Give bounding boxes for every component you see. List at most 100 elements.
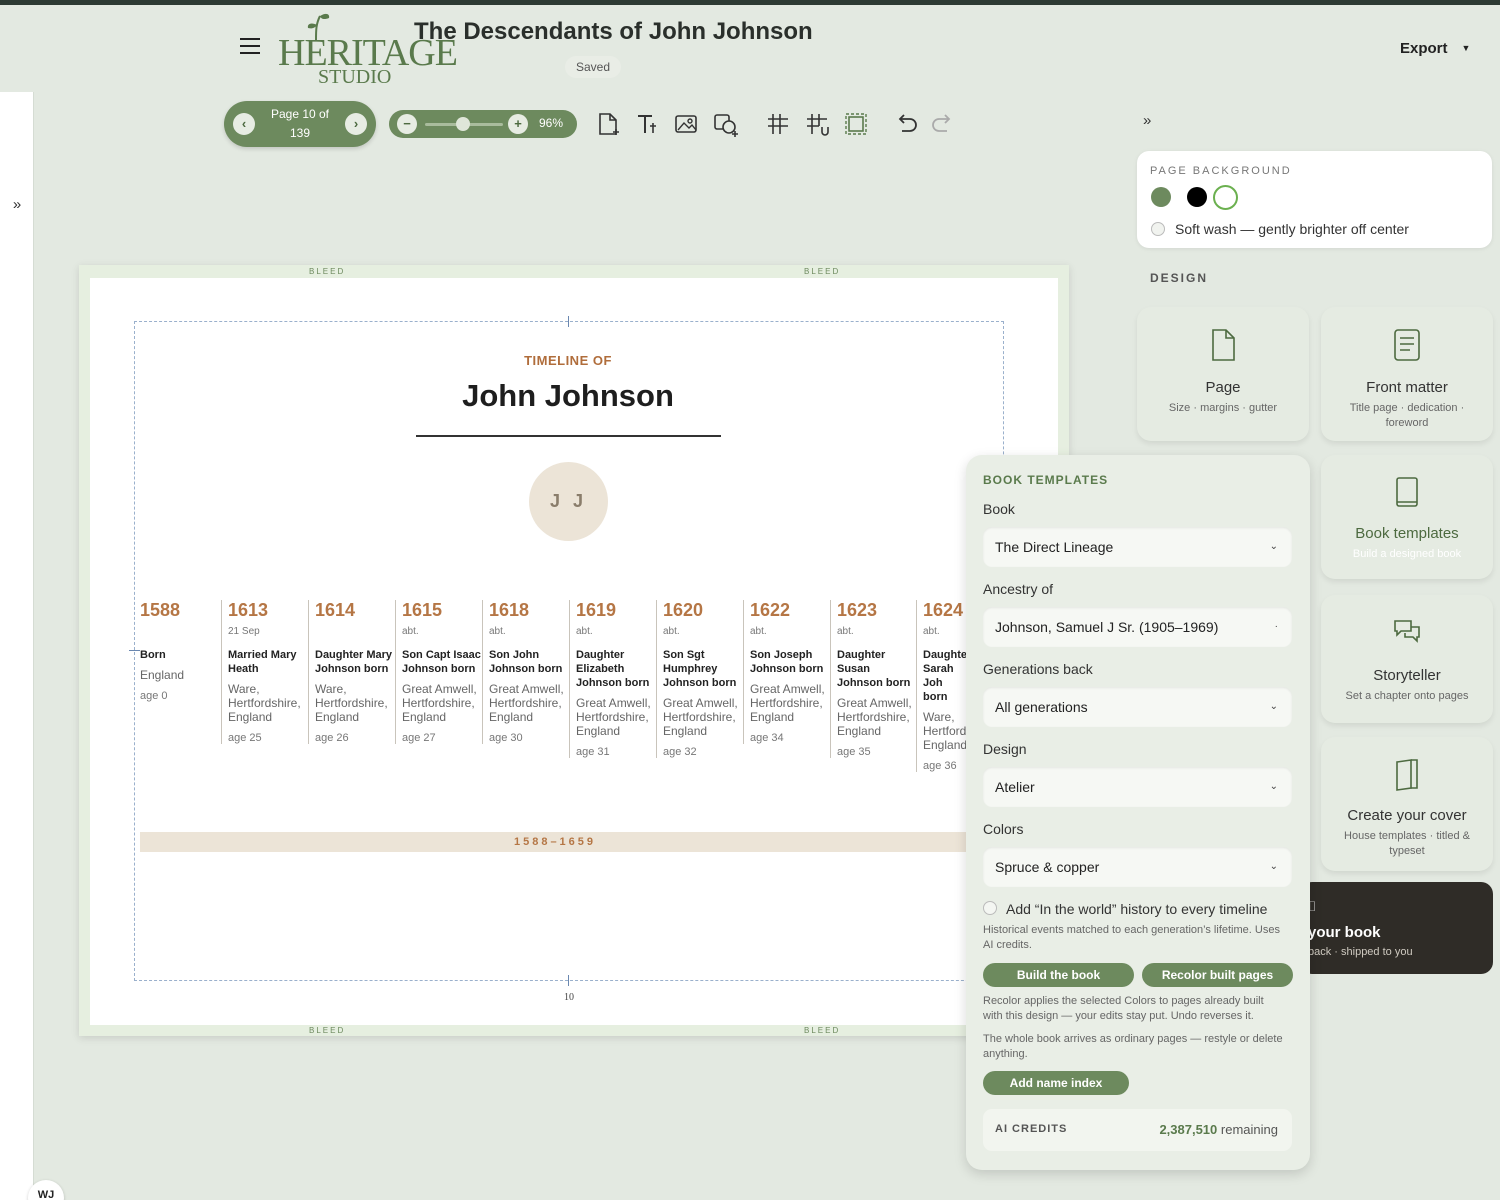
frame-icon[interactable] — [843, 111, 869, 137]
guide-tick — [568, 316, 569, 327]
timeline-person-name[interactable]: John Johnson — [380, 378, 756, 414]
add-image-icon[interactable] — [674, 111, 700, 137]
chevron-down-icon: ⌄ — [1269, 701, 1278, 712]
card-subtitle: Title page · dedication · foreword — [1349, 402, 1465, 429]
event-age: age 0 — [140, 690, 168, 702]
design-select[interactable]: Atelier ⌄ — [983, 767, 1292, 807]
event-age: age 36 — [923, 760, 957, 772]
timeline-event[interactable]: 1623 abt. Daughter Susan Johnson born Great… — [830, 600, 916, 758]
colors-select-value: Spruce & copper — [995, 859, 1100, 875]
next-page-button[interactable]: › — [345, 113, 367, 135]
add-name-index-button[interactable]: Add name index — [983, 1071, 1129, 1095]
grid-icon[interactable] — [765, 111, 791, 137]
card-title: Create your cover — [1347, 807, 1467, 824]
timeline-event[interactable]: 1619 abt. Daughter Elizabeth Johnson born G… — [569, 600, 655, 758]
event-place: Great Amwell, Hertfordshire, England — [837, 696, 912, 738]
event-date: abt. — [489, 626, 506, 637]
design-card-book-templates[interactable]: Book templates Build a designed book — [1321, 455, 1493, 579]
timeline-event[interactable]: 1624 abt. Daughter Sarah Joh born Ware, Her… — [916, 600, 966, 772]
generations-label: Generations back — [983, 661, 1093, 677]
event-place: Great Amwell, Hertfordshire, England — [750, 682, 825, 724]
ancestry-label: Ancestry of — [983, 581, 1054, 597]
print-book-card[interactable]: ⌷ your book back · shipped to you — [1300, 882, 1493, 974]
add-shape-icon[interactable] — [713, 111, 739, 137]
book-select[interactable]: The Direct Lineage ⌄ — [983, 527, 1292, 567]
add-text-icon[interactable] — [635, 111, 661, 137]
ancestry-select[interactable]: Johnson, Samuel J Sr. (1905–1969) · — [983, 607, 1292, 647]
design-card-create-cover[interactable]: Create your cover House templates · titl… — [1321, 737, 1493, 871]
timeline-event[interactable]: 1620 abt. Son Sgt Humphrey Johnson born Gre… — [656, 600, 742, 758]
colors-select[interactable]: Spruce & copper ⌄ — [983, 847, 1292, 887]
soft-wash-toggle[interactable] — [1151, 222, 1165, 236]
saved-status-badge: Saved — [565, 56, 622, 78]
swatch-black[interactable] — [1187, 187, 1207, 207]
ai-credits-value: 2,387,510 remaining — [1159, 1122, 1278, 1137]
timeline-event[interactable]: 1615 abt. Son Capt Isaac Johnson born Great… — [395, 600, 481, 744]
swatch-white-selected[interactable] — [1213, 185, 1238, 210]
swatch-green[interactable] — [1151, 187, 1171, 207]
event-year: 1618 — [489, 600, 530, 620]
event-year: 1619 — [576, 600, 617, 620]
logo-wordmark-bottom: STUDIO — [318, 66, 392, 88]
previous-page-button[interactable]: ‹ — [233, 113, 255, 135]
card-subtitle: House templates · titled & typeset — [1344, 830, 1470, 857]
expand-left-panel-icon[interactable]: » — [10, 196, 24, 213]
event-title: Son John Johnson born — [489, 649, 563, 675]
hamburger-menu-icon[interactable] — [240, 38, 260, 54]
collapse-right-panel-icon[interactable]: » — [1143, 112, 1151, 129]
design-card-page[interactable]: Page Size · margins · gutter — [1137, 307, 1309, 441]
document-title[interactable]: The Descendants of John Johnson — [414, 18, 813, 46]
person-avatar[interactable]: J J — [529, 462, 608, 541]
card-subtitle: Size · margins · gutter — [1168, 402, 1278, 414]
event-place: Great Amwell, Hertfordshire, England — [489, 682, 564, 724]
zoom-slider-handle[interactable] — [456, 117, 470, 131]
print-card-title: your book — [1308, 924, 1381, 941]
export-menu-button[interactable]: Export ▼ — [1400, 40, 1470, 57]
event-year: 1613 — [228, 600, 269, 620]
recolor-pages-button[interactable]: Recolor built pages — [1142, 963, 1293, 987]
history-checkbox[interactable] — [983, 901, 997, 915]
event-title: Married Mary Heath — [228, 649, 297, 675]
event-title: Daughter Susan Johnson born — [837, 649, 911, 689]
design-select-value: Atelier — [995, 779, 1035, 795]
add-page-icon[interactable] — [595, 111, 621, 137]
build-book-button[interactable]: Build the book — [983, 963, 1134, 987]
undo-icon[interactable] — [893, 111, 919, 137]
design-section-label: DESIGN — [1150, 271, 1209, 285]
event-age: age 27 — [402, 732, 436, 744]
timeline-event[interactable]: 1613 21 Sep Married Mary Heath Ware, Hertfo… — [221, 600, 307, 744]
event-year: 1624 — [923, 600, 964, 620]
page-background-label: PAGE BACKGROUND — [1150, 165, 1292, 177]
timeline-event[interactable]: 1588 Born England age 0 — [140, 600, 226, 702]
export-label: Export — [1400, 40, 1448, 57]
redo-icon[interactable] — [930, 111, 956, 137]
card-subtitle: Build a designed book — [1352, 548, 1462, 560]
history-checkbox-label: Add “In the world” history to every time… — [1006, 901, 1268, 917]
event-date: abt. — [663, 626, 680, 637]
guide-tick — [129, 650, 140, 651]
book-label: Book — [983, 501, 1015, 517]
snap-grid-icon[interactable] — [804, 111, 830, 137]
event-title: Son Joseph Johnson born — [750, 649, 824, 675]
event-place: Ware, Hertfordshire, England — [315, 682, 388, 724]
event-place: Ware, Hertford England — [923, 710, 966, 752]
design-card-storyteller[interactable]: Storyteller Set a chapter onto pages — [1321, 595, 1493, 723]
timeline-event[interactable]: 1614 Daughter Mary Johnson born Ware, Hert… — [308, 600, 394, 744]
event-year: 1623 — [837, 600, 878, 620]
zoom-out-button[interactable]: − — [397, 114, 417, 134]
timeline-event[interactable]: 1622 abt. Son Joseph Johnson born Great Amw… — [743, 600, 829, 744]
event-age: age 31 — [576, 746, 610, 758]
generations-select[interactable]: All generations ⌄ — [983, 687, 1292, 727]
event-age: age 35 — [837, 746, 871, 758]
event-place: England — [140, 668, 185, 682]
timeline-event[interactable]: 1618 abt. Son John Johnson born Great Amwel… — [482, 600, 568, 744]
design-card-front-matter[interactable]: Front matter Title page · dedication · f… — [1321, 307, 1493, 441]
recolor-note: Recolor applies the selected Colors to p… — [983, 995, 1264, 1022]
event-year: 1622 — [750, 600, 791, 620]
ancestry-select-value: Johnson, Samuel J Sr. (1905–1969) — [995, 619, 1219, 635]
book-select-value: The Direct Lineage — [995, 539, 1114, 555]
event-year: 1615 — [402, 600, 443, 620]
dot-indicator-icon: · — [1274, 621, 1278, 632]
page-background-panel: PAGE BACKGROUND Soft wash — gently brigh… — [1137, 151, 1492, 248]
zoom-in-button[interactable]: + — [508, 114, 528, 134]
